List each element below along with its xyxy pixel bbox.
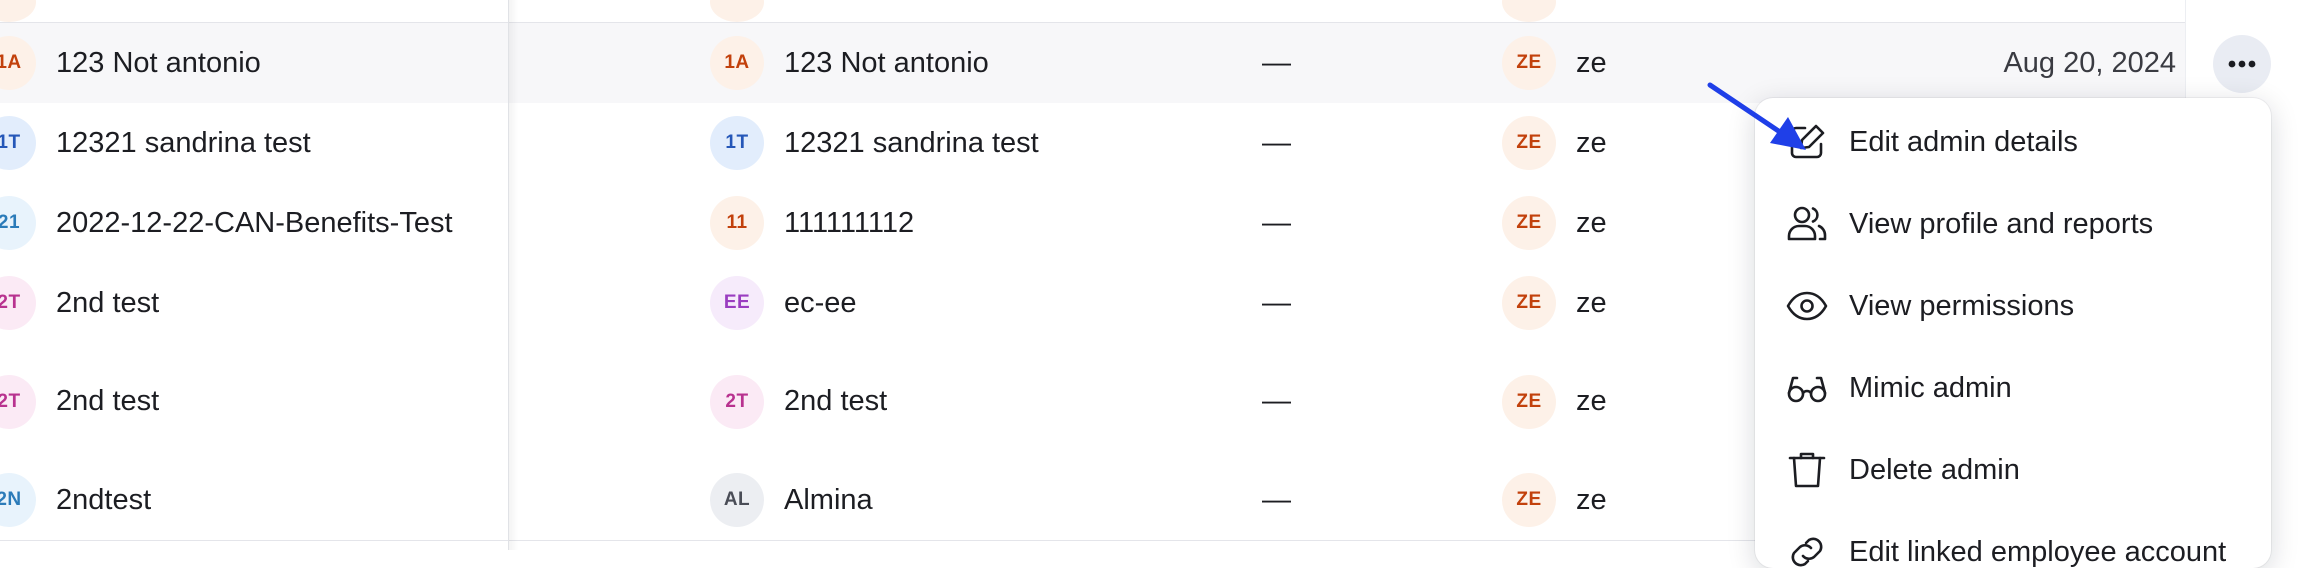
company-name[interactable]: 2022-12-22-CAN-Benefits-Test (56, 207, 453, 240)
company-avatar: 2N (0, 473, 36, 527)
avatar (1502, 0, 1556, 22)
legal-entity-name: ec-ee (784, 287, 857, 320)
company-name-cell: 2N 2ndtest (0, 460, 510, 540)
admin-name: ze (1576, 484, 1607, 517)
legal-entity-cell: 1T 12321 sandrina test (710, 103, 1230, 183)
company-name[interactable]: 2ndtest (56, 484, 151, 517)
admin-name: ze (1576, 385, 1607, 418)
trash-icon (1785, 448, 1829, 492)
admin-name: ze (1576, 127, 1607, 160)
legal-entity-avatar: AL (710, 473, 764, 527)
companies-table: 1A 123 Not antonio 1A 123 Not antonio — … (0, 0, 2312, 550)
company-avatar: 2T (0, 375, 36, 429)
company-avatar: 21 (0, 196, 36, 250)
company-name-cell: 2T 2nd test (0, 343, 510, 460)
menu-item-view-permissions[interactable]: View permissions (1755, 267, 2271, 345)
admin-avatar: ZE (1502, 473, 1556, 527)
company-name[interactable]: 2nd test (56, 385, 159, 418)
company-name-cell: 1A 123 Not antonio (0, 23, 510, 103)
menu-item-edit-linked-employee-account[interactable]: Edit linked employee account (1755, 513, 2271, 568)
admin-cell: ZE ze (1502, 263, 1702, 343)
menu-item-label: Edit admin details (1849, 126, 2078, 159)
eye-icon (1785, 284, 1829, 328)
legal-entity-name: 12321 sandrina test (784, 127, 1039, 160)
company-avatar: 2T (0, 276, 36, 330)
legal-entity-avatar: 2T (710, 375, 764, 429)
users-icon (1785, 202, 1829, 246)
table-row[interactable] (0, 0, 2185, 23)
company-name-cell: 1T 12321 sandrina test (0, 103, 510, 183)
empty-value: — (1262, 385, 1291, 418)
company-name[interactable]: 12321 sandrina test (56, 127, 311, 160)
admin-avatar: ZE (1502, 116, 1556, 170)
legal-entity-name: 111111112 (784, 207, 914, 240)
admin-avatar: ZE (1502, 375, 1556, 429)
legal-entity-name: 2nd test (784, 385, 887, 418)
legal-entity-avatar: 11 (710, 196, 764, 250)
glasses-icon (1785, 366, 1829, 410)
table-row[interactable]: 1A 123 Not antonio 1A 123 Not antonio — … (0, 23, 2185, 104)
admin-avatar: ZE (1502, 196, 1556, 250)
admin-avatar: ZE (1502, 276, 1556, 330)
created-date: Aug 20, 2024 (2003, 47, 2176, 80)
legal-entity-cell: 1A 123 Not antonio (710, 23, 1230, 103)
company-avatar: 1T (0, 116, 36, 170)
admin-avatar: ZE (1502, 36, 1556, 90)
empty-value: — (1262, 287, 1291, 320)
empty-value: — (1262, 47, 1291, 80)
legal-entity-cell: EE ec-ee (710, 263, 1230, 343)
empty-value: — (1262, 484, 1291, 517)
admin-cell: ZE ze (1502, 343, 1702, 460)
empty-value-cell: — (1262, 343, 1322, 460)
company-name[interactable]: 123 Not antonio (56, 47, 261, 80)
legal-entity-name: Almina (784, 484, 873, 517)
menu-item-delete-admin[interactable]: Delete admin (1755, 431, 2271, 509)
admin-cell: ZE ze (1502, 460, 1702, 540)
more-horizontal-icon (2227, 59, 2257, 69)
empty-value-cell: — (1262, 263, 1322, 343)
admin-cell: ZE ze (1502, 103, 1702, 183)
legal-entity-cell: AL Almina (710, 460, 1230, 540)
empty-value: — (1262, 127, 1291, 160)
legal-entity-cell: 2T 2nd test (710, 343, 1230, 460)
menu-item-edit-admin-details[interactable]: Edit admin details (1755, 103, 2271, 181)
company-avatar: 1A (0, 36, 36, 90)
menu-item-label: View profile and reports (1849, 208, 2153, 241)
avatar (0, 0, 36, 22)
row-actions-button[interactable] (2213, 35, 2271, 93)
empty-value: — (1262, 207, 1291, 240)
empty-value-cell: — (1262, 460, 1322, 540)
company-name[interactable]: 2nd test (56, 287, 159, 320)
admin-name: ze (1576, 287, 1607, 320)
legal-entity-avatar: 1T (710, 116, 764, 170)
admin-cell: ZE ze (1502, 183, 1702, 263)
company-name-cell: 21 2022-12-22-CAN-Benefits-Test (0, 183, 510, 263)
link-icon (1785, 530, 1829, 568)
admin-cell: ZE ze (1502, 23, 1702, 103)
admin-name: ze (1576, 207, 1607, 240)
legal-entity-cell: 11 111111112 (710, 183, 1230, 263)
menu-item-label: Mimic admin (1849, 372, 2012, 405)
company-name-cell: 2T 2nd test (0, 263, 510, 343)
edit-icon (1785, 120, 1829, 164)
menu-item-mimic-admin[interactable]: Mimic admin (1755, 349, 2271, 427)
menu-item-label: Delete admin (1849, 454, 2020, 487)
legal-entity-avatar: 1A (710, 36, 764, 90)
legal-entity-name: 123 Not antonio (784, 47, 989, 80)
admin-name: ze (1576, 47, 1607, 80)
row-actions-menu: Edit admin details View profile and repo… (1755, 98, 2271, 568)
sticky-column-shadow (508, 0, 518, 550)
date-cell: Aug 20, 2024 (1940, 23, 2176, 103)
menu-item-view-profile-and-reports[interactable]: View profile and reports (1755, 185, 2271, 263)
empty-value-cell: — (1262, 23, 1322, 103)
menu-item-label: Edit linked employee account (1849, 536, 2226, 568)
legal-entity-avatar: EE (710, 276, 764, 330)
menu-item-label: View permissions (1849, 290, 2074, 323)
avatar (710, 0, 764, 22)
empty-value-cell: — (1262, 183, 1322, 263)
empty-value-cell: — (1262, 103, 1322, 183)
